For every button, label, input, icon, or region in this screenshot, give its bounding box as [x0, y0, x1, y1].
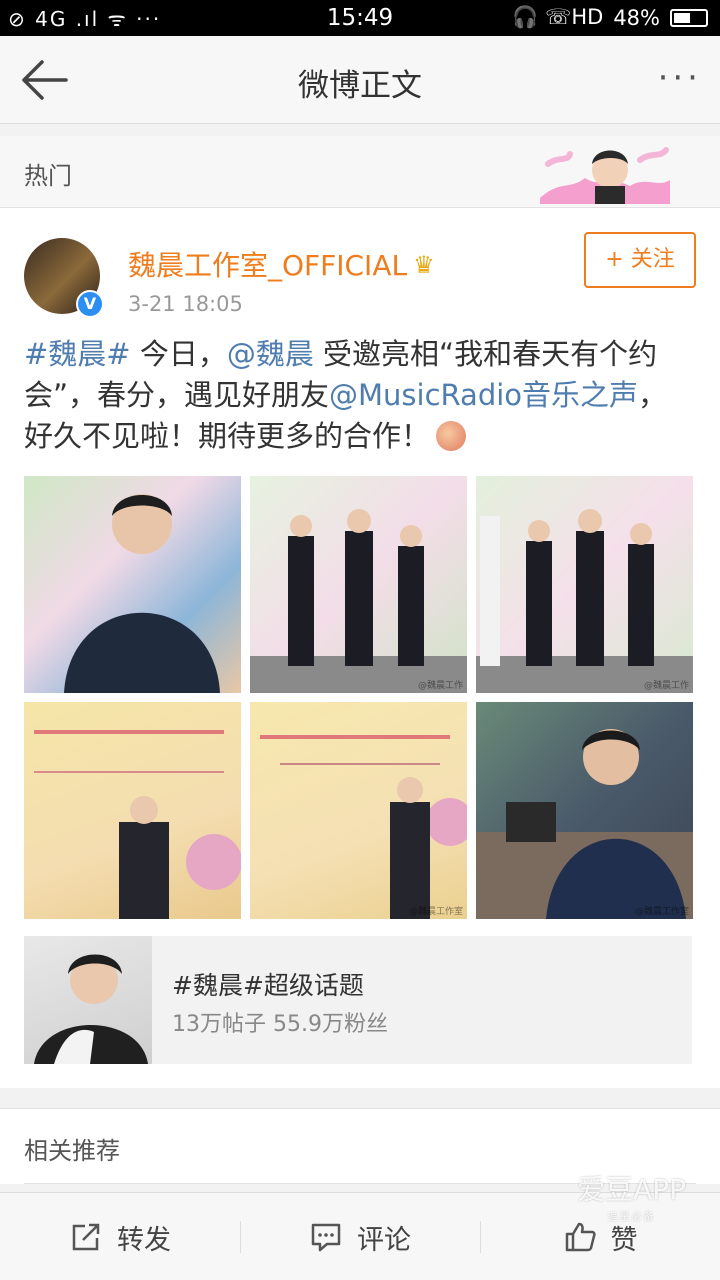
photo-2[interactable]: @魏晨工作 — [250, 476, 467, 693]
photo-5[interactable]: @魏晨工作室 — [250, 702, 467, 919]
topic-thumbnail — [24, 936, 152, 1064]
photo-watermark: @魏晨工作 — [643, 681, 689, 691]
username-text[interactable]: 魏晨工作室_OFFICIAL — [128, 249, 407, 282]
mention-link-2[interactable]: @MusicRadio音乐之声 — [329, 378, 638, 412]
hot-banner-image[interactable] — [540, 140, 670, 204]
comment-button[interactable]: 评论 — [240, 1193, 480, 1280]
repost-label: 转发 — [117, 1224, 171, 1256]
like-label: 赞 — [610, 1224, 638, 1256]
super-topic-card[interactable]: #魏晨#超级话题 13万帖子 55.9万粉丝 — [24, 936, 692, 1064]
battery-percent: 48% — [613, 5, 660, 30]
username[interactable]: 魏晨工作室_OFFICIAL ♛ — [128, 244, 435, 284]
mention-link-1[interactable]: @魏晨 — [227, 337, 314, 371]
hot-label: 热门 — [24, 162, 72, 190]
watermark-slogan: 追星必备 — [607, 1212, 656, 1223]
comment-label: 评论 — [357, 1224, 411, 1256]
nav-bar: 微博正文 ··· — [0, 36, 720, 124]
photo-watermark: @魏晨工作室 — [634, 907, 689, 917]
repost-button[interactable]: 转发 — [0, 1193, 240, 1280]
status-bar: ⊘ 4G .ıl ᯤ ··· 15:49 🎧 ☏HD 48% — [0, 0, 720, 36]
photo-4[interactable] — [24, 702, 241, 919]
watermark-brand: 爱豆APP — [577, 1173, 686, 1206]
status-right: 🎧 ☏HD 48% — [512, 5, 708, 30]
content-text-1: 今日， — [130, 337, 227, 371]
verified-badge-icon: V — [76, 290, 104, 318]
related-label: 相关推荐 — [24, 1137, 120, 1165]
emoji-icon — [436, 421, 467, 451]
crown-icon: ♛ — [413, 251, 435, 279]
topic-title: #魏晨#超级话题 — [172, 971, 364, 1000]
follow-label: 关注 — [630, 247, 675, 272]
photo-1[interactable] — [24, 476, 241, 693]
plus-icon: + — [605, 247, 624, 272]
battery-level — [674, 12, 691, 23]
page-title: 微博正文 — [298, 68, 422, 104]
post-time: 3-21 18:05 — [128, 292, 243, 316]
headset-call-icons: 🎧 ☏HD — [512, 5, 604, 29]
battery-icon — [670, 8, 708, 27]
app-watermark: 爱豆APP 追星必备 — [577, 1168, 686, 1223]
follow-button[interactable]: + 关注 — [584, 232, 696, 288]
hot-section-header[interactable]: 热门 — [0, 136, 720, 208]
topic-stats: 13万帖子 55.9万粉丝 — [172, 1012, 388, 1037]
repost-icon — [72, 1223, 100, 1251]
more-dots-icon[interactable]: ··· — [658, 58, 702, 98]
photo-3[interactable]: @魏晨工作 — [476, 476, 693, 693]
comment-icon — [311, 1223, 341, 1252]
topic-link[interactable]: #魏晨# — [24, 337, 131, 371]
photo-grid: @魏晨工作 @魏晨工作 @魏晨工作室 @魏晨工作室 — [24, 476, 696, 920]
weibo-post: V 魏晨工作室_OFFICIAL ♛ 3-21 18:05 + 关注 #魏晨# 今… — [0, 208, 720, 1088]
photo-watermark: @魏晨工作 — [417, 681, 463, 691]
photo-6[interactable]: @魏晨工作室 — [476, 702, 693, 919]
thumbs-up-icon — [565, 1222, 596, 1252]
post-content: #魏晨# 今日，@魏晨 受邀亮相“我和春天有个约会”，春分，遇见好朋友@Musi… — [24, 334, 696, 457]
photo-watermark: @魏晨工作室 — [408, 907, 463, 917]
